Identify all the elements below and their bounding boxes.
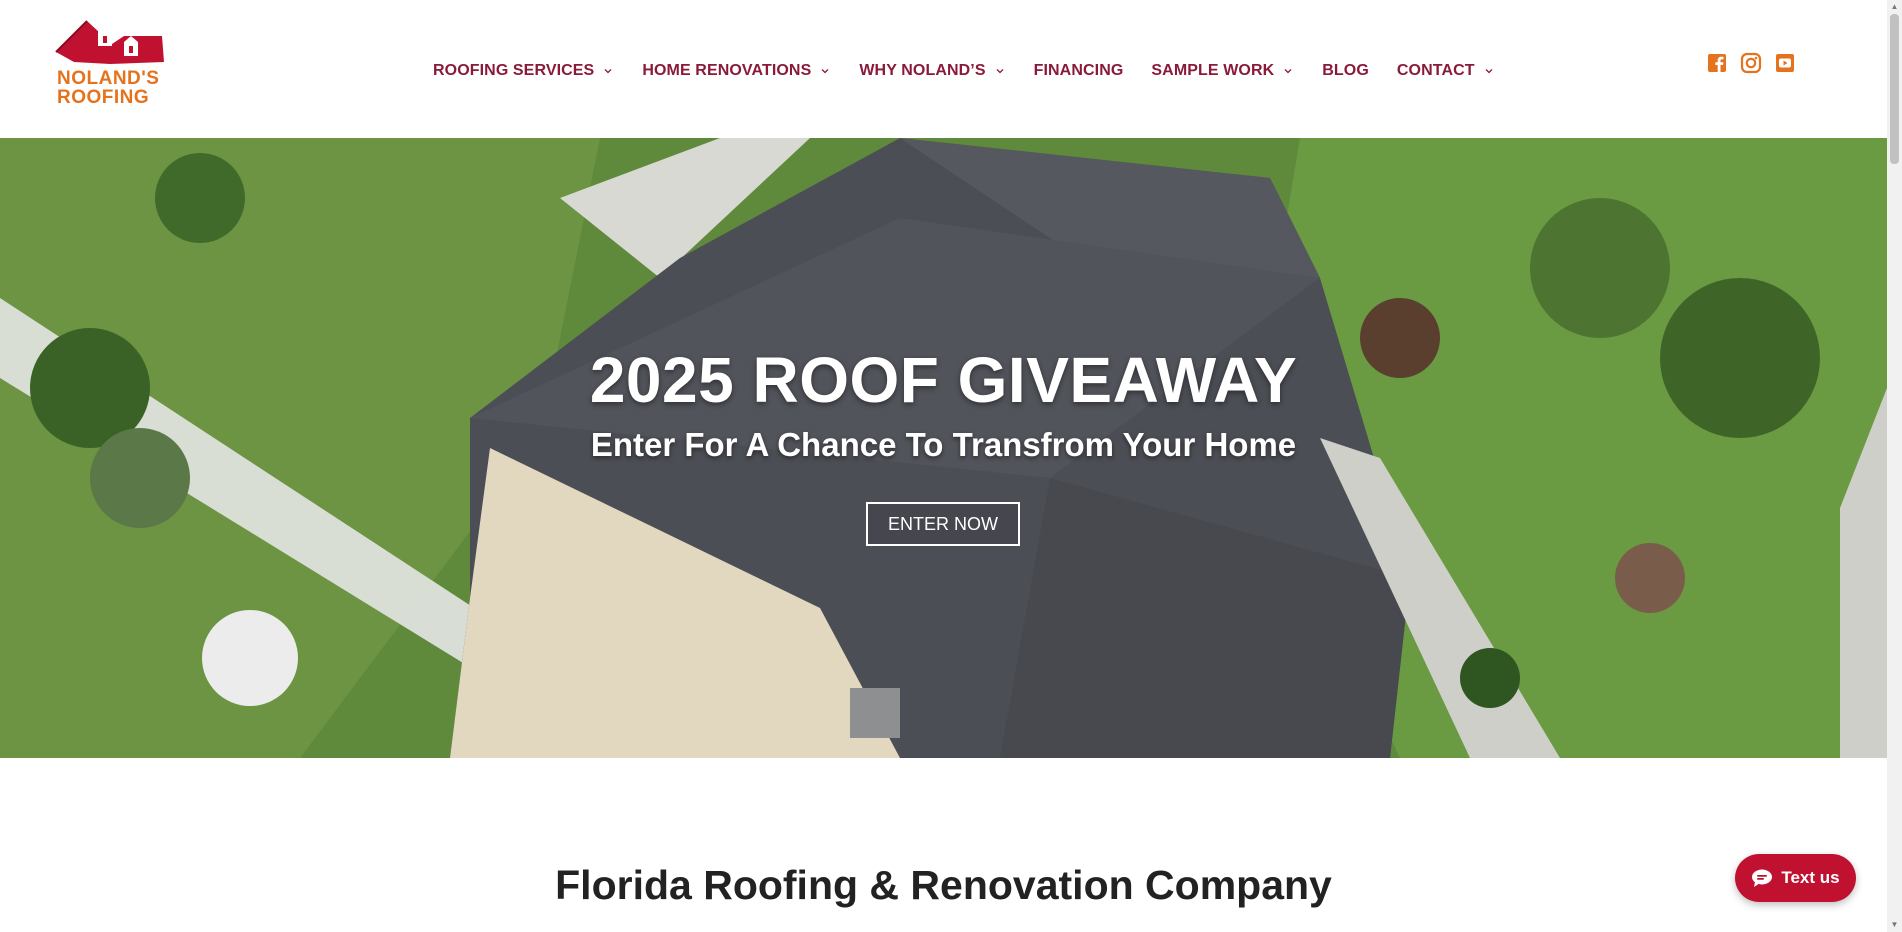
nav-sample-work[interactable]: SAMPLE WORK <box>1151 62 1294 80</box>
hero-title: 2025 ROOF GIVEAWAY <box>589 344 1298 416</box>
hero-banner: 2025 ROOF GIVEAWAY Enter For A Chance To… <box>0 138 1887 758</box>
page-scrollbar[interactable]: ▲ ▼ <box>1887 0 1902 932</box>
logo-line-2: ROOFING <box>57 87 150 108</box>
nav-why-nolands[interactable]: WHY NOLAND’S <box>859 62 1005 80</box>
nav-label: FINANCING <box>1033 62 1124 79</box>
enter-now-button[interactable]: ENTER NOW <box>866 502 1020 546</box>
text-us-button[interactable]: Text us <box>1735 854 1856 902</box>
nav-blog[interactable]: BLOG <box>1322 62 1369 80</box>
scroll-up-arrow-icon[interactable]: ▲ <box>1890 2 1899 11</box>
scroll-thumb[interactable] <box>1890 14 1899 164</box>
chevron-down-icon <box>604 69 612 74</box>
chevron-down-icon <box>821 69 829 74</box>
nav-home-renovations[interactable]: HOME RENOVATIONS <box>642 62 831 80</box>
chevron-down-icon <box>1284 69 1292 74</box>
nav-label: HOME RENOVATIONS <box>642 62 812 79</box>
scroll-down-arrow-icon[interactable]: ▼ <box>1890 920 1899 929</box>
hero-subtitle: Enter For A Chance To Transfrom Your Hom… <box>590 426 1297 463</box>
nav-label: BLOG <box>1322 62 1369 79</box>
chevron-down-icon <box>996 69 1004 74</box>
nav-roofing-services[interactable]: ROOFING SERVICES <box>433 62 614 80</box>
section-title: Florida Roofing & Renovation Company <box>555 862 1332 908</box>
logo-text: NOLAND'S ROOFING <box>57 69 167 107</box>
house-logo-icon <box>55 20 164 64</box>
chat-bubble-icon <box>1752 869 1773 887</box>
nav-label: ROOFING SERVICES <box>433 62 595 79</box>
logo[interactable]: NOLAND'S ROOFING <box>54 18 168 110</box>
youtube-icon[interactable] <box>1774 52 1796 74</box>
nav-label: WHY NOLAND’S <box>859 62 986 79</box>
text-us-label: Text us <box>1781 868 1840 887</box>
social-links <box>1706 52 1808 74</box>
site-header: NOLAND'S ROOFING ROOFING SERVICES HOME R… <box>0 0 1887 138</box>
instagram-icon[interactable] <box>1740 52 1762 74</box>
chevron-down-icon <box>1485 69 1493 74</box>
logo-line-1: NOLAND'S <box>57 68 160 89</box>
nav-contact[interactable]: CONTACT <box>1397 62 1495 80</box>
facebook-icon[interactable] <box>1706 52 1728 74</box>
main-nav: ROOFING SERVICES HOME RENOVATIONS WHY NO… <box>433 58 1523 84</box>
nav-label: CONTACT <box>1396 62 1475 79</box>
nav-financing[interactable]: FINANCING <box>1034 62 1124 80</box>
nav-label: SAMPLE WORK <box>1151 62 1275 79</box>
